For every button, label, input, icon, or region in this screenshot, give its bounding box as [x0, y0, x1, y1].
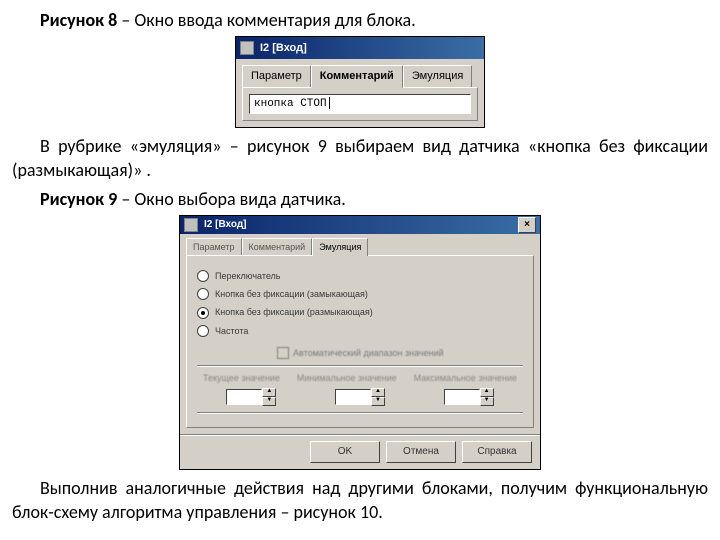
tab-param[interactable]: Параметр	[242, 65, 311, 87]
window-title: I2 [Вход]	[260, 41, 307, 56]
spinner-row: ▲ ▼ ▲ ▼ ▲ ▼	[197, 388, 523, 406]
tab-param[interactable]: Параметр	[186, 238, 242, 255]
ok-button[interactable]: OK	[310, 441, 380, 463]
spinner-labels: Текущее значение Минимальное значение Ма…	[197, 372, 523, 384]
window-title: I2 [Вход]	[204, 218, 247, 232]
col-label-current: Текущее значение	[203, 372, 280, 384]
fig8-caption-bold: Рисунок 8	[40, 9, 117, 31]
app-icon	[240, 41, 254, 55]
fig9-caption-rest: – Окно выбора вида датчика.	[117, 188, 346, 210]
radio-option-4[interactable]: Частота	[197, 325, 523, 337]
fig9-caption-bold: Рисунок 9	[40, 188, 117, 210]
titlebar: I2 [Вход] ×	[180, 216, 540, 234]
tab-emulation[interactable]: Эмуляция	[403, 65, 473, 87]
titlebar: I2 [Вход]	[236, 37, 484, 59]
window-fig8: I2 [Вход] Параметр Комментарий Эмуляция …	[235, 36, 485, 128]
help-button[interactable]: Справка	[462, 441, 532, 463]
tab-comment[interactable]: Комментарий	[311, 65, 403, 88]
spinner-input[interactable]	[335, 389, 371, 405]
col-label-min: Минимальное значение	[297, 372, 397, 384]
checkbox-label: Автоматический диапазон значений	[293, 347, 444, 359]
chevron-up-icon[interactable]: ▲	[371, 388, 385, 397]
radio-option-3[interactable]: Кнопка без фиксации (размыкающая)	[197, 306, 523, 318]
radio-label: Частота	[215, 325, 248, 337]
window-fig9: I2 [Вход] × Параметр Комментарий Эмуляци…	[179, 215, 541, 470]
separator	[197, 365, 523, 366]
tab-strip: Параметр Комментарий Эмуляция	[180, 234, 540, 255]
chevron-up-icon[interactable]: ▲	[480, 388, 494, 397]
comment-value: кнопка СТОП	[254, 98, 327, 110]
chevron-up-icon[interactable]: ▲	[262, 388, 276, 397]
fig8-caption: Рисунок 8 – Окно ввода комментария для б…	[12, 8, 708, 32]
spinner-current[interactable]: ▲ ▼	[226, 388, 276, 406]
paragraph-1: В рубрике «эмуляция» – рисунок 9 выбирае…	[12, 134, 708, 183]
close-icon[interactable]: ×	[518, 217, 536, 233]
radio-label: Кнопка без фиксации (размыкающая)	[215, 306, 373, 318]
col-label-max: Максимальное значение	[414, 372, 517, 384]
radio-icon	[197, 288, 209, 300]
radio-icon	[197, 270, 209, 282]
paragraph-2: Выполнив аналогичные действия над другим…	[12, 476, 708, 525]
radio-option-1[interactable]: Переключатель	[197, 270, 523, 282]
radio-option-2[interactable]: Кнопка без фиксации (замыкающая)	[197, 288, 523, 300]
radio-label: Кнопка без фиксации (замыкающая)	[215, 288, 368, 300]
spinner-input[interactable]	[226, 389, 262, 405]
fig8-caption-rest: – Окно ввода комментария для блока.	[117, 9, 415, 31]
app-icon	[184, 218, 198, 232]
spinner-min[interactable]: ▲ ▼	[335, 388, 385, 406]
auto-range-checkbox[interactable]: Автоматический диапазон значений	[277, 347, 523, 359]
checkbox-icon	[277, 347, 289, 359]
fig9-caption: Рисунок 9 – Окно выбора вида датчика.	[12, 187, 708, 211]
radio-label: Переключатель	[215, 270, 281, 282]
tab-body: кнопка СТОП	[242, 87, 478, 121]
tab-body: Переключатель Кнопка без фиксации (замык…	[186, 255, 534, 428]
spinner-max[interactable]: ▲ ▼	[444, 388, 494, 406]
chevron-down-icon[interactable]: ▼	[371, 397, 385, 406]
tab-comment[interactable]: Комментарий	[242, 238, 313, 255]
text-caret	[329, 97, 330, 109]
spinner-input[interactable]	[444, 389, 480, 405]
chevron-down-icon[interactable]: ▼	[480, 397, 494, 406]
tab-emulation[interactable]: Эмуляция	[312, 238, 368, 256]
chevron-down-icon[interactable]: ▼	[262, 397, 276, 406]
radio-icon	[197, 325, 209, 337]
radio-icon	[197, 307, 209, 319]
tab-strip: Параметр Комментарий Эмуляция	[236, 59, 484, 87]
button-bar: OK Отмена Справка	[180, 434, 540, 469]
cancel-button[interactable]: Отмена	[386, 441, 456, 463]
separator	[197, 412, 523, 413]
comment-input[interactable]: кнопка СТОП	[249, 94, 471, 114]
